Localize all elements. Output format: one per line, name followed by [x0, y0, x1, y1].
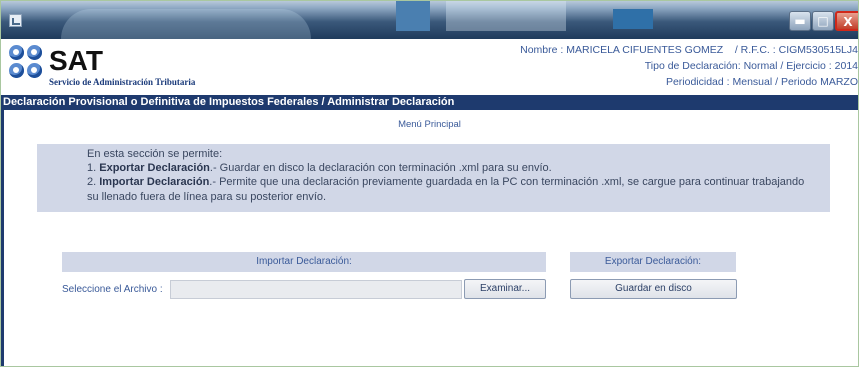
title-bar-background [446, 1, 566, 31]
nombre-label: Nombre : [520, 44, 564, 56]
app-header: SAT Servicio de Administración Tributari… [1, 39, 858, 95]
tipo-value: Normal [743, 60, 778, 72]
import-section-header: Importar Declaración: [62, 252, 546, 272]
logo-blob-icon [27, 45, 42, 60]
tipo-label: Tipo de Declaración: [644, 60, 741, 72]
intro-text: En esta sección se permite: [87, 148, 223, 160]
breadcrumb: Declaración Provisional o Definitiva de … [3, 96, 455, 108]
periodicidad-label: Periodicidad : [665, 76, 730, 88]
title-bar-background [613, 9, 653, 29]
logo-blob-icon [9, 45, 24, 60]
periodo-value: MARZO [820, 76, 858, 88]
file-path-input[interactable] [170, 280, 462, 299]
ejercicio-label: / Ejercicio : [780, 60, 832, 72]
item2-text: .- Permite que una declaración previamen… [209, 176, 805, 188]
export-section-header: Exportar Declaración: [570, 252, 736, 272]
instruction-import: 2. Importar Declaración.- Permite que un… [87, 176, 804, 188]
logo-blob-icon [27, 63, 42, 78]
app-icon[interactable] [9, 14, 22, 27]
breadcrumb-bar: Declaración Provisional o Definitiva de … [1, 95, 858, 110]
close-button[interactable]: X [835, 11, 858, 31]
instruction-export: 1. Exportar Declaración.- Guardar en dis… [87, 162, 552, 174]
browse-button[interactable]: Examinar... [464, 279, 546, 299]
nombre-value: MARICELA CIFUENTES GOMEZ [566, 44, 724, 56]
rfc-value: CIGM530515LJ4 [778, 44, 858, 56]
title-bar[interactable]: ▬ □ X [1, 1, 858, 39]
instruction-import-cont: su llenado fuera de línea para su poster… [87, 191, 327, 203]
logo-text: SAT [49, 45, 103, 76]
item2-num: 2. [87, 176, 97, 188]
item1-text: .- Guardar en disco la declaración con t… [209, 162, 552, 174]
save-to-disk-button[interactable]: Guardar en disco [570, 279, 737, 299]
page-title: Menú Principal [398, 119, 461, 130]
maximize-button[interactable]: □ [812, 11, 834, 31]
taxpayer-info: Nombre : MARICELA CIFUENTES GOMEZ / R.F.… [520, 42, 858, 90]
logo-subtitle: Servicio de Administración Tributaria [49, 77, 196, 87]
logo-blob-icon [9, 63, 24, 78]
instructions-box: En esta sección se permite: 1. Exportar … [37, 144, 830, 212]
title-bar-background [61, 9, 311, 39]
minimize-button[interactable]: ▬ [789, 11, 811, 31]
title-bar-background [396, 1, 430, 31]
left-stripe [1, 110, 4, 366]
rfc-label: / R.F.C. : [734, 44, 776, 56]
ejercicio-value: 2014 [834, 60, 858, 72]
item2-title: Importar Declaración [99, 176, 210, 188]
item1-num: 1. [87, 162, 97, 174]
periodicidad-value: Mensual [732, 76, 773, 88]
file-label: Seleccione el Archivo : [62, 284, 163, 295]
periodo-label: / Periodo [775, 76, 818, 88]
item1-title: Exportar Declaración [99, 162, 210, 174]
